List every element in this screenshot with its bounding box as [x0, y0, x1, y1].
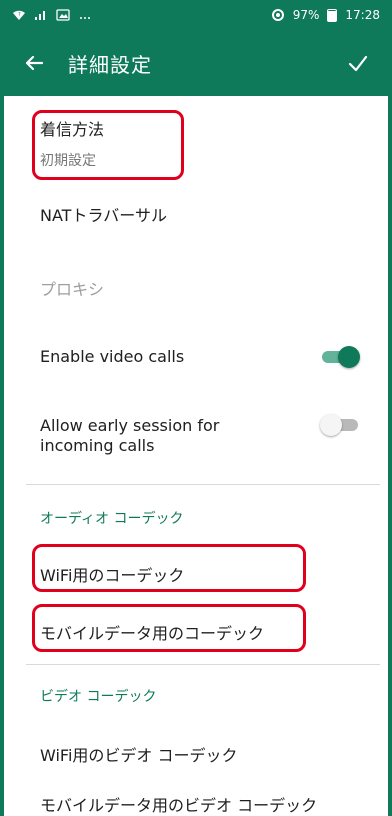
toggle-thumb [320, 414, 342, 436]
section-header-audio-codec: オーディオ コーデック [40, 511, 184, 527]
svg-text:?: ? [18, 12, 21, 18]
setting-video-codec-wifi[interactable]: WiFi用のビデオ コーデック [40, 742, 364, 766]
divider [26, 484, 380, 485]
battery-percent: 97% [292, 8, 320, 22]
gallery-icon [56, 9, 70, 21]
status-bar-right: 97% 17:28 [271, 8, 380, 22]
toggle-thumb [338, 346, 360, 368]
setting-nat-traversal-label: NATトラバーサル [40, 206, 167, 225]
video-calls-toggle[interactable] [322, 346, 360, 368]
signal-icon [34, 9, 48, 21]
highlight-incoming-method [32, 110, 184, 180]
setting-nat-traversal[interactable]: NATトラバーサル [40, 202, 364, 226]
setting-enable-video-calls-label: Enable video calls [40, 347, 185, 366]
page-title: 詳細設定 [68, 52, 152, 77]
setting-video-codec-wifi-label: WiFi用のビデオ コーデック [40, 746, 238, 765]
setting-video-codec-mobile-label: モバイルデータ用のビデオ コーデック [40, 796, 318, 815]
clock: 17:28 [345, 8, 380, 22]
highlight-audio-mobile [32, 604, 306, 652]
divider [26, 664, 380, 665]
setting-early-session-label: Allow early session for incoming calls [40, 416, 220, 455]
setting-enable-video-calls[interactable]: Enable video calls [40, 347, 302, 366]
confirm-button[interactable] [338, 43, 378, 83]
status-bar: ? 97% 17:28 [0, 0, 392, 30]
phone-frame: ? 97% 17:28 詳細設定 着信方法 初期設定 NATトラバーサル プロキ… [0, 0, 392, 816]
settings-list: 着信方法 初期設定 NATトラバーサル プロキシ Enable video ca… [0, 96, 392, 816]
arrow-back-icon [25, 55, 44, 71]
setting-early-session[interactable]: Allow early session for incoming calls [40, 416, 252, 456]
setting-proxy-label: プロキシ [40, 280, 105, 299]
sync-icon [271, 8, 285, 22]
status-bar-left: ? [12, 9, 92, 21]
wifi-icon: ? [12, 9, 26, 21]
setting-proxy[interactable]: プロキシ [40, 276, 364, 300]
check-icon [348, 55, 368, 72]
more-icon [78, 9, 92, 21]
back-button[interactable] [14, 43, 54, 83]
battery-icon [327, 8, 338, 22]
app-bar: 詳細設定 [0, 30, 392, 96]
section-header-video-codec: ビデオ コーデック [40, 689, 157, 705]
setting-video-codec-mobile[interactable]: モバイルデータ用のビデオ コーデック [40, 792, 364, 816]
highlight-audio-wifi [32, 544, 306, 592]
early-session-toggle[interactable] [320, 414, 358, 436]
